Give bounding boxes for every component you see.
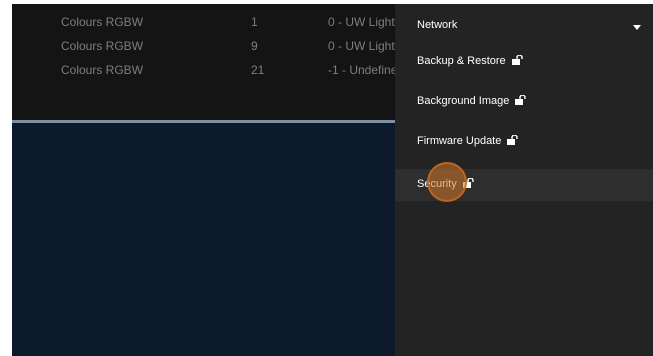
settings-menu: Network Backup & Restore Background Imag…: [395, 4, 653, 356]
touch-indicator: [427, 162, 467, 202]
unlock-icon: [507, 135, 519, 145]
table-row[interactable]: Colours RGBW 1 0 - UW Light: [12, 15, 396, 33]
cell-type: Colours RGBW: [61, 39, 144, 53]
cell-id: 21: [251, 63, 265, 77]
menu-item-label: Firmware Update: [417, 135, 502, 147]
menu-item-firmware-update[interactable]: Firmware Update: [395, 126, 653, 158]
cell-name: 0 - UW Light: [328, 15, 395, 29]
menu-item-background-image[interactable]: Background Image: [395, 86, 653, 118]
menu-item-label: Network: [417, 19, 458, 31]
app-window: Colours RGBW 1 0 - UW Light Colours RGBW…: [12, 4, 653, 356]
cell-type: Colours RGBW: [61, 63, 144, 77]
cell-name: -1 - Undefine: [328, 63, 398, 77]
menu-item-label: Backup & Restore: [417, 55, 506, 67]
menu-item-backup-restore[interactable]: Backup & Restore: [395, 46, 653, 78]
unlock-icon: [511, 55, 523, 65]
unlock-icon: [515, 95, 527, 105]
cell-name: 0 - UW Light: [328, 39, 395, 53]
device-table: Colours RGBW 1 0 - UW Light Colours RGBW…: [12, 4, 398, 120]
menu-item-label: Background Image: [417, 95, 510, 107]
chevron-down-icon[interactable]: [633, 25, 641, 30]
menu-item-network[interactable]: Network: [395, 10, 653, 42]
cell-id: 9: [251, 39, 258, 53]
table-row[interactable]: Colours RGBW 9 0 - UW Light: [12, 39, 396, 57]
cell-id: 1: [251, 15, 258, 29]
cell-type: Colours RGBW: [61, 15, 144, 29]
table-row[interactable]: Colours RGBW 21 -1 - Undefine: [12, 63, 398, 81]
content-panel: [12, 123, 396, 356]
